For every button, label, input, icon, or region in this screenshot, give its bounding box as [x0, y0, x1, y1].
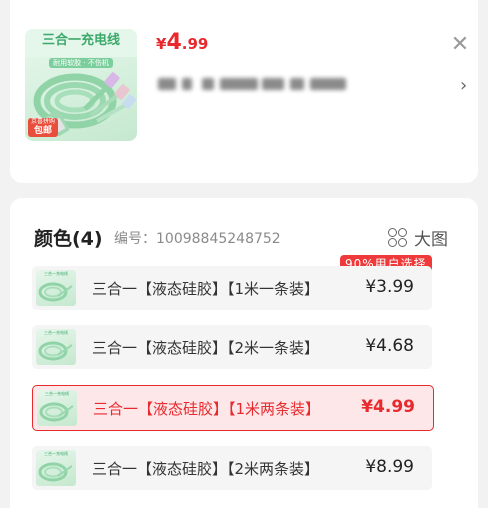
color-option[interactable]: 三合一充电线 三合一【液态硅胶】【2米两条装】 ¥8.99: [32, 446, 432, 490]
option-price: ¥8.99: [365, 457, 414, 477]
cable-thumbnail-icon: [38, 282, 73, 302]
option-name: 三合一【液态硅胶】【1米一条装】: [92, 280, 320, 298]
section-title: 颜色(4): [34, 228, 103, 250]
selected-spec-blurred[interactable]: [158, 76, 350, 94]
color-option[interactable]: 三合一充电线 三合一【液态硅胶】【2米一条装】 ¥4.68: [32, 325, 432, 369]
cable-thumbnail-icon: [38, 462, 73, 482]
price-integer: 4: [166, 30, 182, 55]
option-thumbnail: 三合一充电线: [36, 270, 76, 306]
price-decimal: .99: [181, 35, 209, 53]
option-price: ¥4.68: [365, 336, 414, 356]
cable-thumbnail-icon: [39, 402, 74, 422]
color-option-selected[interactable]: 三合一充电线 三合一【液态硅胶】【1米两条装】 ¥4.99: [32, 385, 434, 431]
view-large-button[interactable]: 大图: [388, 225, 448, 250]
product-image-title: 三合一充电线: [41, 33, 120, 48]
grid-icon: [388, 227, 408, 248]
option-thumbnail: 三合一充电线: [36, 450, 76, 486]
option-name: 三合一【液态硅胶】【2米两条装】: [92, 460, 320, 478]
view-large-label: 大图: [414, 230, 448, 250]
product-summary-card: 三合一充电线 耐用软胶 · 不伤机 京喜拼购 包邮 ¥4.99 ✕ ›: [10, 0, 478, 183]
option-thumbnail: 三合一充电线: [37, 390, 77, 426]
close-button[interactable]: ✕: [448, 33, 472, 57]
product-image[interactable]: 三合一充电线 耐用软胶 · 不伤机 京喜拼购 包邮: [25, 29, 137, 141]
color-option[interactable]: 三合一充电线 三合一【液态硅胶】【1米一条装】 ¥3.99: [32, 266, 432, 310]
option-name: 三合一【液态硅胶】【1米两条装】: [93, 400, 321, 418]
cable-thumbnail-icon: [38, 341, 73, 361]
color-selection-panel: 颜色(4) 编号：10098845248752 大图 90%用户选择 三合一充电…: [10, 198, 478, 508]
price-currency: ¥: [156, 35, 167, 53]
option-thumbnail: 三合一充电线: [36, 329, 76, 365]
selected-price: ¥4.99: [156, 30, 208, 55]
option-name: 三合一【液态硅胶】【2米一条装】: [92, 339, 320, 357]
option-price: ¥4.99: [361, 397, 415, 417]
option-price: ¥3.99: [365, 277, 414, 297]
chevron-right-icon[interactable]: ›: [460, 76, 467, 96]
free-shipping-badge: 京喜拼购 包邮: [28, 118, 58, 137]
product-code: 编号：10098845248752: [114, 231, 281, 247]
